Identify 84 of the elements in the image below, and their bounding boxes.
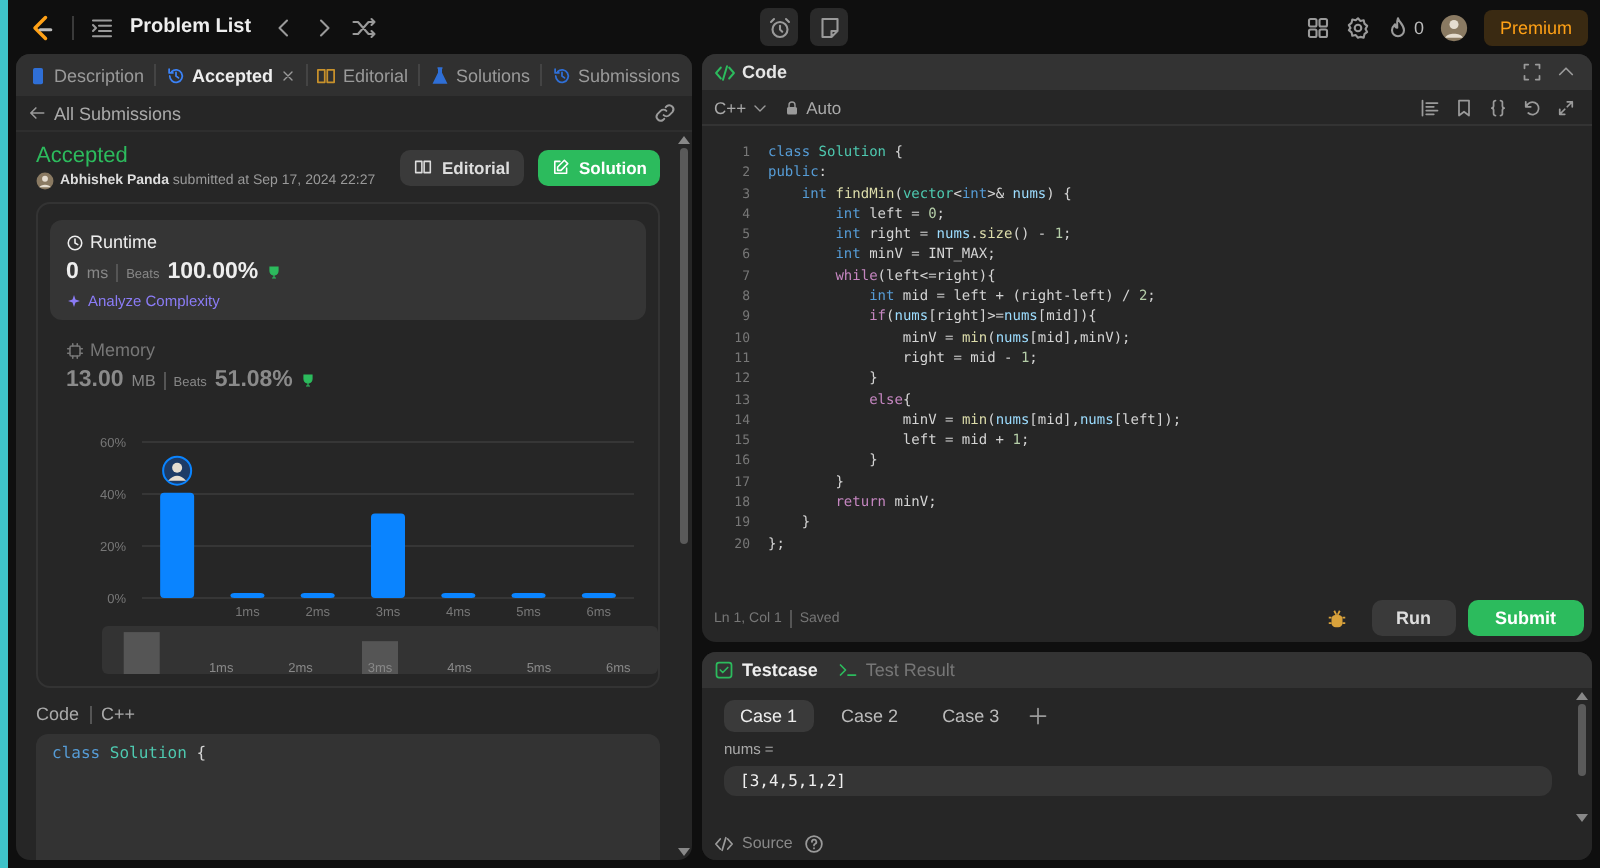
notes-button[interactable] bbox=[810, 8, 848, 46]
chart-bar bbox=[230, 593, 265, 598]
alarm-button[interactable] bbox=[760, 8, 798, 46]
code-line: class Solution { bbox=[52, 744, 209, 765]
language-dropdown[interactable]: C++ bbox=[714, 97, 769, 117]
help-icon[interactable] bbox=[804, 833, 825, 853]
logo-icon[interactable] bbox=[28, 13, 56, 41]
arrow-left-icon bbox=[28, 104, 46, 122]
panel-tab[interactable]: Testcase bbox=[714, 660, 818, 680]
terminal-icon bbox=[837, 660, 858, 680]
chart-bar bbox=[300, 593, 335, 598]
close-icon[interactable] bbox=[279, 67, 296, 83]
chart-bar bbox=[160, 492, 195, 598]
code-icon bbox=[714, 61, 736, 83]
stat-title: Runtime bbox=[90, 232, 158, 252]
source-link[interactable]: Source bbox=[714, 833, 793, 853]
premium-button[interactable]: Premium bbox=[1483, 9, 1588, 45]
beats-percent: 51.08% bbox=[214, 368, 293, 392]
braces-icon[interactable] bbox=[1488, 97, 1508, 117]
grid-icon[interactable] bbox=[1305, 15, 1330, 39]
fullscreen-icon[interactable] bbox=[1522, 62, 1542, 82]
checkbox-icon bbox=[714, 660, 734, 680]
bookmark-icon[interactable] bbox=[1454, 97, 1474, 117]
trophy-icon bbox=[266, 264, 283, 280]
clock-icon bbox=[66, 233, 84, 251]
chip-icon bbox=[66, 341, 84, 359]
document-icon bbox=[28, 65, 48, 85]
sparkle-icon bbox=[66, 293, 82, 309]
stat-value: 0 bbox=[66, 260, 79, 284]
streak-count: 0 bbox=[1413, 17, 1424, 37]
panel-tab[interactable]: Solutions bbox=[429, 65, 530, 85]
stat-unit: ms bbox=[86, 264, 109, 282]
language-label: C++ bbox=[101, 704, 136, 724]
case-tab[interactable]: Case 1 bbox=[724, 700, 814, 732]
book-icon bbox=[316, 65, 337, 85]
trophy-icon bbox=[300, 372, 317, 388]
undo-icon[interactable] bbox=[1522, 97, 1542, 117]
chart-bar bbox=[581, 593, 616, 598]
input-field[interactable]: [3,4,5,1,2] bbox=[724, 766, 1552, 796]
book-icon bbox=[413, 158, 432, 176]
plus-icon[interactable] bbox=[1027, 706, 1048, 726]
panel-tab[interactable]: Editorial bbox=[316, 65, 408, 85]
format-icon[interactable] bbox=[1420, 97, 1440, 117]
history-icon bbox=[551, 65, 572, 85]
expand-icon[interactable] bbox=[1556, 97, 1576, 117]
back-link[interactable]: All Submissions bbox=[28, 103, 182, 123]
stat-value: 13.00 bbox=[66, 368, 124, 392]
settings-icon[interactable] bbox=[1345, 15, 1370, 39]
page-title[interactable]: Problem List bbox=[130, 16, 252, 38]
alarm-clock-icon bbox=[767, 15, 791, 39]
mode-button[interactable]: Auto bbox=[784, 97, 842, 117]
avatar-icon bbox=[162, 455, 193, 486]
chart-bar bbox=[511, 593, 546, 598]
flask-icon bbox=[429, 65, 450, 85]
panel-title: Code bbox=[742, 62, 787, 82]
scrollbar[interactable] bbox=[676, 132, 692, 860]
panel-tab[interactable]: Submissions bbox=[551, 65, 680, 85]
shuffle-icon[interactable] bbox=[351, 15, 376, 39]
stat-title: Memory bbox=[90, 340, 156, 360]
note-icon bbox=[817, 15, 841, 39]
panel-tab[interactable]: Accepted bbox=[166, 65, 296, 85]
lock-icon bbox=[784, 99, 801, 115]
flame-icon[interactable] bbox=[1385, 15, 1410, 39]
stat-unit: MB bbox=[131, 372, 156, 390]
list-icon[interactable] bbox=[90, 15, 114, 39]
avatar-icon[interactable] bbox=[1439, 13, 1468, 41]
code-label: Code bbox=[36, 704, 80, 724]
panel-tab[interactable]: Description bbox=[28, 65, 145, 85]
chart-bar bbox=[441, 593, 476, 598]
beats-percent: 100.00% bbox=[167, 260, 259, 284]
overview-bar bbox=[362, 641, 398, 674]
case-tab[interactable]: Case 3 bbox=[926, 700, 1016, 732]
chart-bar bbox=[371, 513, 405, 598]
history-icon bbox=[166, 65, 186, 85]
edit-icon bbox=[551, 158, 569, 176]
editorial-button[interactable]: Editorial bbox=[399, 149, 524, 185]
run-button[interactable]: Run bbox=[1372, 600, 1455, 636]
code-icon bbox=[714, 833, 734, 853]
avatar-icon bbox=[36, 172, 54, 190]
link-icon[interactable] bbox=[654, 102, 676, 124]
status-text: Accepted bbox=[36, 144, 130, 168]
overview-bar bbox=[123, 632, 160, 674]
case-tab[interactable]: Case 2 bbox=[825, 700, 915, 732]
bug-icon[interactable] bbox=[1326, 607, 1348, 629]
